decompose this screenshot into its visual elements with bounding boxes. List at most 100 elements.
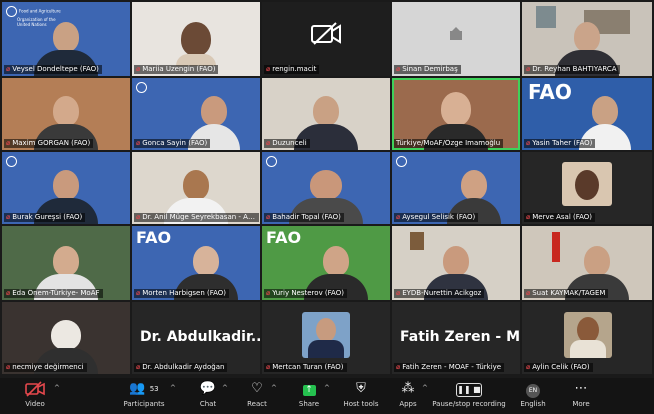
chevron-up-icon[interactable]: ^ bbox=[324, 384, 330, 392]
mic-muted-icon: ⌀ bbox=[136, 139, 141, 147]
participant-tile[interactable]: ⌀ Dr. Anil Müge Seyrekbasan - ARGO bbox=[132, 152, 260, 224]
chevron-up-icon[interactable]: ^ bbox=[54, 384, 60, 392]
participant-tile[interactable]: ⌀ Maxim GORGAN (FAO) bbox=[2, 78, 130, 150]
participants-button[interactable]: 👥 53 Participants bbox=[120, 380, 168, 408]
participant-tile[interactable]: FAO ⌀ Yasin Taher (FAO) bbox=[522, 78, 652, 150]
participant-tile[interactable]: ⌀ Sinan Demirbaş bbox=[392, 2, 520, 76]
mic-muted-icon: ⌀ bbox=[526, 139, 531, 147]
participant-tile[interactable]: ⌀ rengin.macit bbox=[262, 2, 390, 76]
participant-name: ⌀ Aysegul Selisik (FAO) bbox=[394, 213, 479, 222]
participant-tile[interactable]: ⌀ Duzunceli bbox=[262, 78, 390, 150]
participant-display-name: Dr. Abdulkadir... bbox=[140, 329, 260, 345]
host-tools-label: Host tools bbox=[343, 400, 379, 408]
more-icon: ⋯ bbox=[574, 381, 588, 396]
more-button[interactable]: ⋯ More bbox=[568, 380, 594, 408]
fao-logo: FAO bbox=[136, 228, 172, 247]
participant-tile[interactable]: ⌀ Eda Önem-Türkiye- MoAF bbox=[2, 226, 130, 300]
mic-muted-icon: ⌀ bbox=[266, 65, 271, 73]
participant-tile[interactable]: ⌀ Merve Asal (FAO) bbox=[522, 152, 652, 224]
video-off-icon bbox=[25, 381, 45, 397]
participant-tile[interactable]: ⌀ Burak Gureşsi (FAO) bbox=[2, 152, 130, 224]
participant-tile[interactable]: ⌀ Dr. Reyhan BAHTIYARCA bbox=[522, 2, 652, 76]
chevron-up-icon[interactable]: ^ bbox=[271, 384, 277, 392]
mic-muted-icon: ⌀ bbox=[136, 65, 141, 73]
participant-name: ⌀ Aylin Celik (FAO) bbox=[524, 363, 593, 372]
video-button[interactable]: Video bbox=[20, 380, 50, 408]
background-frame bbox=[410, 232, 424, 250]
participant-tile[interactable]: FAO ⌀ Yuriy Nesterov (FAO) bbox=[262, 226, 390, 300]
participant-tile[interactable]: ⌀ Mariia Uzengin (FAO) bbox=[132, 2, 260, 76]
background-window bbox=[536, 6, 556, 28]
participants-count: 53 bbox=[149, 385, 159, 393]
apps-icon: ⁂ bbox=[401, 381, 415, 396]
chevron-up-icon[interactable]: ^ bbox=[222, 384, 228, 392]
participant-tile[interactable]: ⌀ necmiye değirmenci bbox=[2, 302, 130, 374]
participant-name: ⌀ Gonca Sayin (FAO) bbox=[134, 139, 211, 148]
mic-muted-icon: ⌀ bbox=[6, 139, 11, 147]
participant-tile[interactable]: Food and Agriculture Organization of the U… bbox=[2, 2, 130, 76]
participant-name: ⌀ Bahadir Topal (FAO) bbox=[264, 213, 344, 222]
english-label: English bbox=[520, 400, 546, 408]
participant-name: ⌀ Veysel Dondeltepe (FAO) bbox=[4, 65, 102, 74]
share-button[interactable]: ↑ Share bbox=[296, 380, 322, 408]
participant-name: ⌀ EYDB-Nurettin Acikgoz bbox=[394, 289, 485, 298]
fao-logo: FAO bbox=[266, 228, 302, 247]
language-interpretation-button[interactable]: EN English bbox=[518, 380, 548, 408]
chat-button[interactable]: 💬 Chat bbox=[196, 380, 220, 408]
react-button[interactable]: ♡ React bbox=[245, 380, 269, 408]
meeting-toolbar: Video ^ 👥 53 Participants ^ 💬 Chat ^ ♡ R… bbox=[0, 378, 654, 414]
participant-tile[interactable]: ⌀ Aysegul Selisik (FAO) bbox=[392, 152, 520, 224]
avatar-icon bbox=[450, 27, 462, 40]
mic-muted-icon: ⌀ bbox=[6, 213, 11, 221]
participant-tile[interactable]: ⌀ Mertcan Turan (FAO) bbox=[262, 302, 390, 374]
mic-muted-icon: ⌀ bbox=[526, 363, 531, 371]
participant-tile[interactable]: ⌀ EYDB-Nurettin Acikgoz bbox=[392, 226, 520, 300]
participant-tile[interactable]: Dr. Abdulkadir... ⌀ Dr. Abdulkadir Aydoğa… bbox=[132, 302, 260, 374]
chat-label: Chat bbox=[199, 400, 217, 408]
participant-tile[interactable]: FAO ⌀ Morten Harbigsen (FAO) bbox=[132, 226, 260, 300]
participant-name: Türkiye/MoAF/Özge Imamoğlu bbox=[394, 139, 504, 148]
recording-label: Pause/stop recording bbox=[432, 400, 506, 408]
mic-muted-icon: ⌀ bbox=[136, 289, 141, 297]
video-label: Video bbox=[25, 400, 45, 408]
pause-stop-recording-button[interactable]: ❚❚ ■ Pause/stop recording bbox=[432, 380, 506, 408]
heart-icon: ♡ bbox=[251, 381, 263, 396]
avatar bbox=[562, 162, 612, 206]
participant-name: ⌀ necmiye değirmenci bbox=[4, 363, 87, 372]
camera-off-icon bbox=[311, 22, 341, 45]
avatar bbox=[302, 312, 350, 358]
mic-muted-icon: ⌀ bbox=[266, 363, 271, 371]
participants-label: Participants bbox=[123, 400, 165, 408]
mic-muted-icon: ⌀ bbox=[396, 363, 401, 371]
share-label: Share bbox=[298, 400, 320, 408]
video-grid: Food and Agriculture Organization of the U… bbox=[2, 2, 652, 374]
participant-name: ⌀ Dr. Anil Müge Seyrekbasan - ARGO bbox=[134, 213, 260, 222]
mic-muted-icon: ⌀ bbox=[6, 65, 11, 73]
mic-muted-icon: ⌀ bbox=[396, 289, 401, 297]
participant-name: ⌀ Mariia Uzengin (FAO) bbox=[134, 65, 219, 74]
participant-tile[interactable]: ⌀ Gonca Sayin (FAO) bbox=[132, 78, 260, 150]
background-flag bbox=[552, 232, 560, 262]
participant-name: ⌀ Mertcan Turan (FAO) bbox=[264, 363, 347, 372]
participant-tile[interactable]: ⌀ Aylin Celik (FAO) bbox=[522, 302, 652, 374]
mic-muted-icon: ⌀ bbox=[6, 289, 11, 297]
apps-button[interactable]: ⁂ Apps bbox=[396, 380, 420, 408]
participant-tile[interactable]: ⌀ Bahadir Topal (FAO) bbox=[262, 152, 390, 224]
mic-muted-icon: ⌀ bbox=[266, 213, 271, 221]
mic-muted-icon: ⌀ bbox=[266, 139, 271, 147]
participant-name: ⌀ Eda Önem-Türkiye- MoAF bbox=[4, 289, 103, 298]
globe-icon: EN bbox=[522, 380, 544, 398]
participant-tile[interactable]: ⌀ Suat KAYMAK/TAGEM bbox=[522, 226, 652, 300]
participant-tile-active-speaker[interactable]: Türkiye/MoAF/Özge Imamoğlu bbox=[392, 78, 520, 150]
chevron-up-icon[interactable]: ^ bbox=[422, 384, 428, 392]
mic-muted-icon: ⌀ bbox=[526, 213, 531, 221]
chevron-up-icon[interactable]: ^ bbox=[170, 384, 176, 392]
participant-tile[interactable]: Fatih Zeren - M... ⌀Fatih Zeren - MOAF -… bbox=[392, 302, 520, 374]
mic-muted-icon: ⌀ bbox=[526, 65, 531, 73]
mic-muted-icon: ⌀ bbox=[396, 213, 401, 221]
pause-stop-icon: ❚❚ ■ bbox=[454, 380, 484, 398]
host-tools-button[interactable]: ⛨ Host tools bbox=[342, 380, 380, 408]
mic-muted-icon: ⌀ bbox=[396, 65, 401, 73]
mic-muted-icon: ⌀ bbox=[526, 289, 531, 297]
participant-name: ⌀ Dr. Abdulkadir Aydoğan bbox=[134, 363, 228, 372]
